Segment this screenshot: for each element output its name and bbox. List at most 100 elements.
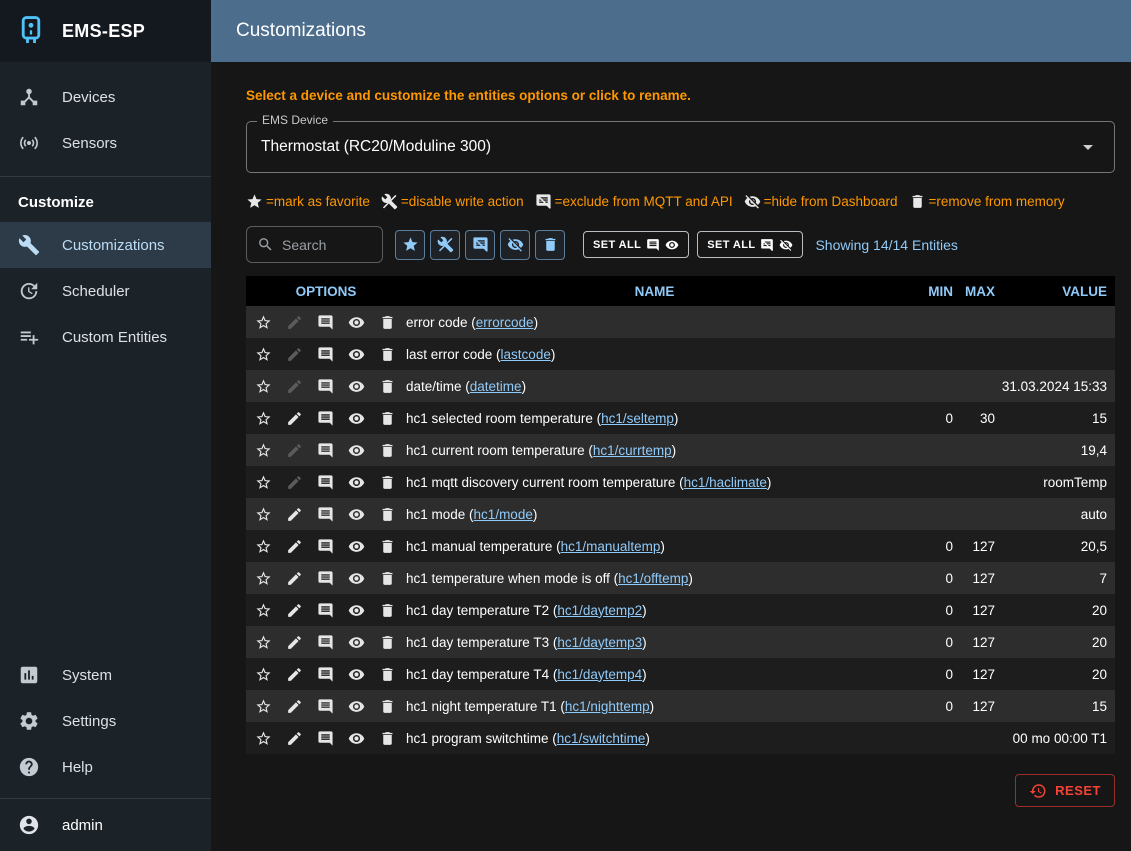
favorite-icon-button[interactable] (248, 436, 279, 464)
edit-icon-button[interactable] (279, 532, 310, 560)
entity-id-link[interactable]: hc1/offtemp (618, 571, 688, 586)
visibility-icon-button[interactable] (341, 500, 372, 528)
mqtt-exclude-icon-button[interactable] (310, 468, 341, 496)
sidebar-item-scheduler[interactable]: Scheduler (0, 268, 211, 314)
favorite-icon-button[interactable] (248, 564, 279, 592)
sidebar-item-devices[interactable]: Devices (0, 74, 211, 120)
favorite-icon-button[interactable] (248, 404, 279, 432)
entity-name[interactable]: last error code (lastcode) (406, 347, 903, 362)
delete-icon-button[interactable] (372, 596, 403, 624)
entity-name[interactable]: date/time (datetime) (406, 379, 903, 394)
filter-hide-dashboard-button[interactable] (500, 230, 530, 260)
entity-name[interactable]: hc1 night temperature T1 (hc1/nighttemp) (406, 699, 903, 714)
delete-icon-button[interactable] (372, 500, 403, 528)
entity-id-link[interactable]: hc1/manualtemp (561, 539, 661, 554)
filter-disable-write-button[interactable] (430, 230, 460, 260)
entity-id-link[interactable]: hc1/mode (474, 507, 533, 522)
entity-id-link[interactable]: errorcode (476, 315, 534, 330)
mqtt-exclude-icon-button[interactable] (310, 404, 341, 432)
entity-name[interactable]: hc1 day temperature T3 (hc1/daytemp3) (406, 635, 903, 650)
mqtt-exclude-icon-button[interactable] (310, 724, 341, 752)
visibility-icon-button[interactable] (341, 596, 372, 624)
device-select[interactable]: EMS Device Thermostat (RC20/Moduline 300… (246, 121, 1115, 173)
entity-id-link[interactable]: hc1/daytemp3 (557, 635, 642, 650)
favorite-icon-button[interactable] (248, 372, 279, 400)
entity-name[interactable]: hc1 current room temperature (hc1/currte… (406, 443, 903, 458)
mqtt-exclude-icon-button[interactable] (310, 500, 341, 528)
visibility-icon-button[interactable] (341, 660, 372, 688)
filter-exclude-mqtt-button[interactable] (465, 230, 495, 260)
delete-icon-button[interactable] (372, 308, 403, 336)
entity-name[interactable]: error code (errorcode) (406, 315, 903, 330)
edit-icon-button[interactable] (279, 724, 310, 752)
entity-id-link[interactable]: lastcode (501, 347, 551, 362)
mqtt-exclude-icon-button[interactable] (310, 628, 341, 656)
filter-favorite-button[interactable] (395, 230, 425, 260)
mqtt-exclude-icon-button[interactable] (310, 532, 341, 560)
sidebar-item-custom-entities[interactable]: Custom Entities (0, 314, 211, 360)
entity-id-link[interactable]: hc1/switchtime (557, 731, 646, 746)
sidebar-item-settings[interactable]: Settings (0, 698, 211, 744)
delete-icon-button[interactable] (372, 340, 403, 368)
delete-icon-button[interactable] (372, 692, 403, 720)
visibility-icon-button[interactable] (341, 404, 372, 432)
favorite-icon-button[interactable] (248, 660, 279, 688)
visibility-icon-button[interactable] (341, 532, 372, 560)
entity-name[interactable]: hc1 mode (hc1/mode) (406, 507, 903, 522)
delete-icon-button[interactable] (372, 436, 403, 464)
entity-id-link[interactable]: hc1/currtemp (593, 443, 672, 458)
entity-name[interactable]: hc1 selected room temperature (hc1/selte… (406, 411, 903, 426)
entity-id-link[interactable]: hc1/haclimate (684, 475, 767, 490)
mqtt-exclude-icon-button[interactable] (310, 308, 341, 336)
visibility-icon-button[interactable] (341, 628, 372, 656)
delete-icon-button[interactable] (372, 532, 403, 560)
delete-icon-button[interactable] (372, 660, 403, 688)
delete-icon-button[interactable] (372, 404, 403, 432)
favorite-icon-button[interactable] (248, 340, 279, 368)
visibility-icon-button[interactable] (341, 340, 372, 368)
visibility-icon-button[interactable] (341, 724, 372, 752)
favorite-icon-button[interactable] (248, 308, 279, 336)
visibility-icon-button[interactable] (341, 372, 372, 400)
sidebar-item-system[interactable]: System (0, 652, 211, 698)
visibility-icon-button[interactable] (341, 308, 372, 336)
favorite-icon-button[interactable] (248, 500, 279, 528)
visibility-icon-button[interactable] (341, 436, 372, 464)
visibility-icon-button[interactable] (341, 692, 372, 720)
entity-id-link[interactable]: datetime (470, 379, 522, 394)
favorite-icon-button[interactable] (248, 692, 279, 720)
mqtt-exclude-icon-button[interactable] (310, 692, 341, 720)
favorite-icon-button[interactable] (248, 468, 279, 496)
edit-icon-button[interactable] (279, 404, 310, 432)
edit-icon-button[interactable] (279, 596, 310, 624)
entity-name[interactable]: hc1 temperature when mode is off (hc1/of… (406, 571, 903, 586)
visibility-icon-button[interactable] (341, 564, 372, 592)
entity-id-link[interactable]: hc1/daytemp2 (557, 603, 642, 618)
sidebar-item-sensors[interactable]: Sensors (0, 120, 211, 166)
set-all-button-1[interactable]: SET ALL (583, 231, 689, 258)
entity-id-link[interactable]: hc1/seltemp (601, 411, 674, 426)
sidebar-item-customizations[interactable]: Customizations (0, 222, 211, 268)
entity-name[interactable]: hc1 day temperature T2 (hc1/daytemp2) (406, 603, 903, 618)
entity-name[interactable]: hc1 program switchtime (hc1/switchtime) (406, 731, 903, 746)
entity-id-link[interactable]: hc1/nighttemp (565, 699, 650, 714)
mqtt-exclude-icon-button[interactable] (310, 340, 341, 368)
favorite-icon-button[interactable] (248, 596, 279, 624)
reset-button[interactable]: RESET (1015, 774, 1115, 807)
search-field[interactable] (246, 226, 383, 263)
mqtt-exclude-icon-button[interactable] (310, 372, 341, 400)
entity-id-link[interactable]: hc1/daytemp4 (557, 667, 642, 682)
favorite-icon-button[interactable] (248, 628, 279, 656)
delete-icon-button[interactable] (372, 372, 403, 400)
delete-icon-button[interactable] (372, 564, 403, 592)
filter-remove-memory-button[interactable] (535, 230, 565, 260)
entity-name[interactable]: hc1 manual temperature (hc1/manualtemp) (406, 539, 903, 554)
edit-icon-button[interactable] (279, 628, 310, 656)
edit-icon-button[interactable] (279, 660, 310, 688)
mqtt-exclude-icon-button[interactable] (310, 596, 341, 624)
edit-icon-button[interactable] (279, 692, 310, 720)
edit-icon-button[interactable] (279, 500, 310, 528)
entity-name[interactable]: hc1 day temperature T4 (hc1/daytemp4) (406, 667, 903, 682)
delete-icon-button[interactable] (372, 724, 403, 752)
mqtt-exclude-icon-button[interactable] (310, 660, 341, 688)
